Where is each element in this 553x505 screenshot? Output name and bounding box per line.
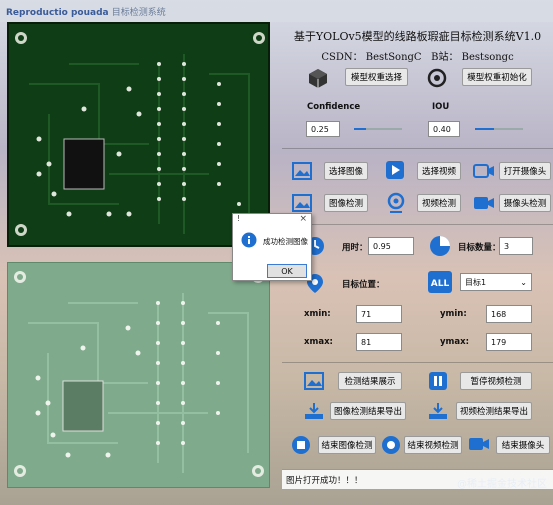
pcb-original-image [9, 24, 268, 245]
all-icon: ALL [428, 271, 452, 293]
original-image-panel [7, 22, 270, 247]
iou-value: 0.40 [433, 124, 451, 134]
confidence-slider[interactable] [354, 128, 402, 130]
webcam-icon [385, 192, 407, 214]
divider [282, 224, 553, 225]
author-info: CSDN： BestSongC B站： Bestsongc [282, 48, 553, 63]
app-title: 基于YOLOv5模型的线路板瑕疵目标检测系统V1.0 [293, 30, 542, 43]
dialog-message: 成功检测图像 [263, 237, 308, 246]
export-image-button[interactable]: 图像检测结果导出 [330, 402, 406, 420]
title-overlay: Reproductio pouada [6, 8, 109, 18]
count-value: 3 [499, 237, 533, 255]
image-icon [292, 162, 312, 180]
count-label: 目标数量： [458, 243, 501, 253]
iou-slider[interactable] [475, 128, 523, 130]
stop-video-icon [380, 434, 402, 456]
control-panel: 基于YOLOv5模型的线路板瑕疵目标检测系统V1.0 CSDN： BestSon… [282, 22, 553, 505]
target-select-value: 目标1 [465, 277, 487, 287]
pie-chart-icon [428, 234, 452, 258]
ymin-value: 168 [486, 305, 532, 323]
iou-slider-fill [475, 128, 495, 130]
end-video-button[interactable]: 结束视频检测 [404, 436, 462, 454]
chevron-down-icon: ⌄ [520, 277, 527, 287]
ymax-value: 179 [486, 333, 532, 351]
position-label: 目标位置： [342, 280, 385, 290]
show-results-button[interactable]: 检测结果展示 [338, 372, 402, 390]
ymax-label: ymax: [440, 337, 470, 347]
confidence-slider-fill [354, 128, 366, 130]
message-dialog: ! × 成功检测图像 OK [232, 213, 312, 281]
camera-detect-icon [473, 194, 495, 212]
stop-image-icon [290, 434, 312, 456]
xmax-value: 81 [356, 333, 402, 351]
confidence-value: 0.25 [311, 124, 329, 134]
status-text: 图片打开成功！！！ [286, 475, 363, 486]
target-icon [426, 67, 448, 89]
results-image-icon [304, 372, 324, 390]
camera-icon [473, 162, 495, 180]
iou-label: IOU [432, 102, 450, 112]
xmin-value: 71 [356, 305, 402, 323]
csdn-label: CSDN： [321, 52, 363, 63]
watermark: @稀土掘金技术社区 [457, 479, 547, 490]
target-select[interactable]: 目标1 ⌄ [460, 273, 532, 291]
stop-camera-icon [468, 435, 490, 455]
image-detect-button[interactable]: 图像检测 [324, 194, 368, 212]
export-icon [304, 402, 324, 420]
end-image-button[interactable]: 结束图像检测 [318, 436, 376, 454]
title-bar: Reproductio pouada 目标检测系统 [0, 0, 553, 22]
result-image-panel [7, 262, 270, 488]
video-detect-button[interactable]: 视频检测 [417, 194, 461, 212]
info-icon [241, 232, 257, 248]
confidence-label: Confidence [307, 102, 361, 112]
csdn-value: BestSongC [365, 52, 422, 63]
window-title: Reproductio pouada 目标检测系统 [6, 5, 166, 18]
image-detect-icon [292, 194, 312, 212]
xmax-label: xmax: [304, 337, 333, 347]
model-init-button[interactable]: 模型权重初始化 [462, 68, 532, 86]
time-label: 用时： [342, 243, 368, 253]
title-ghost: 目标检测系统 [111, 8, 166, 18]
ymin-label: ymin: [440, 309, 467, 319]
camera-detect-button[interactable]: 摄像头检测 [499, 194, 551, 212]
export-video-button[interactable]: 视频检测结果导出 [456, 402, 532, 420]
close-icon[interactable]: × [299, 214, 307, 224]
xmin-label: xmin: [304, 309, 331, 319]
export-video-icon [428, 402, 448, 420]
pcb-result-image [8, 263, 269, 487]
iou-spinbox[interactable]: 0.40 [428, 121, 460, 137]
bili-label: B站： [431, 52, 459, 63]
select-video-button[interactable]: 选择视频 [417, 162, 461, 180]
svg-text:ALL: ALL [431, 279, 450, 289]
confidence-spinbox[interactable]: 0.25 [306, 121, 340, 137]
open-camera-button[interactable]: 打开摄像头 [499, 162, 551, 180]
end-camera-button[interactable]: 结束摄像头 [496, 436, 550, 454]
bili-value: Bestsongc [461, 52, 514, 63]
video-icon [385, 160, 405, 180]
model-select-button[interactable]: 模型权重选择 [345, 68, 408, 86]
time-value: 0.95 [368, 237, 414, 255]
cube-icon [307, 67, 329, 89]
divider [282, 362, 553, 363]
pause-video-button[interactable]: 暂停视频检测 [460, 372, 532, 390]
pause-icon [428, 371, 448, 391]
divider [282, 148, 553, 149]
app-window: Reproductio pouada 目标检测系统 基于YOLOv5模型的线路板… [0, 0, 553, 505]
ok-button[interactable]: OK [267, 264, 307, 278]
select-image-button[interactable]: 选择图像 [324, 162, 368, 180]
